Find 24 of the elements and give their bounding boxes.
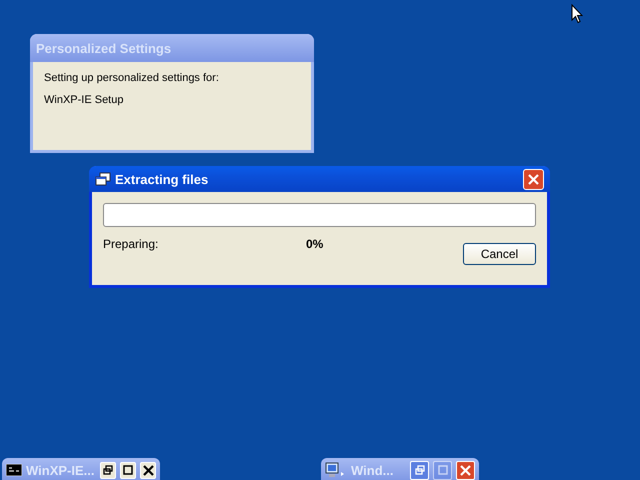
window-title: Personalized Settings bbox=[36, 40, 172, 56]
maximize-button[interactable] bbox=[120, 462, 136, 478]
window-title: Wind... bbox=[351, 462, 394, 478]
message-text: WinXP-IE Setup bbox=[44, 94, 124, 106]
window-title: Extracting files bbox=[115, 172, 210, 186]
window-title: WinXP-IE... bbox=[26, 462, 96, 478]
close-icon bbox=[460, 464, 471, 476]
percent-text: 0% bbox=[306, 237, 324, 251]
cursor-icon bbox=[571, 4, 583, 24]
minimized-window[interactable]: WinXP-IE... bbox=[2, 458, 160, 480]
status-text: Preparing: bbox=[103, 237, 160, 251]
windows-icon bbox=[95, 172, 111, 186]
restore-button[interactable] bbox=[100, 462, 116, 478]
restore-icon bbox=[414, 465, 424, 475]
close-button[interactable] bbox=[523, 168, 544, 190]
close-icon bbox=[142, 464, 154, 476]
console-icon bbox=[6, 464, 22, 476]
cancel-button[interactable]: Cancel bbox=[463, 243, 536, 265]
restore-icon bbox=[103, 465, 113, 475]
close-icon bbox=[528, 174, 539, 184]
message-text: Setting up personalized settings for: bbox=[44, 72, 220, 84]
maximize-icon bbox=[123, 465, 133, 475]
close-button[interactable] bbox=[140, 462, 156, 478]
maximize-icon bbox=[438, 465, 448, 475]
